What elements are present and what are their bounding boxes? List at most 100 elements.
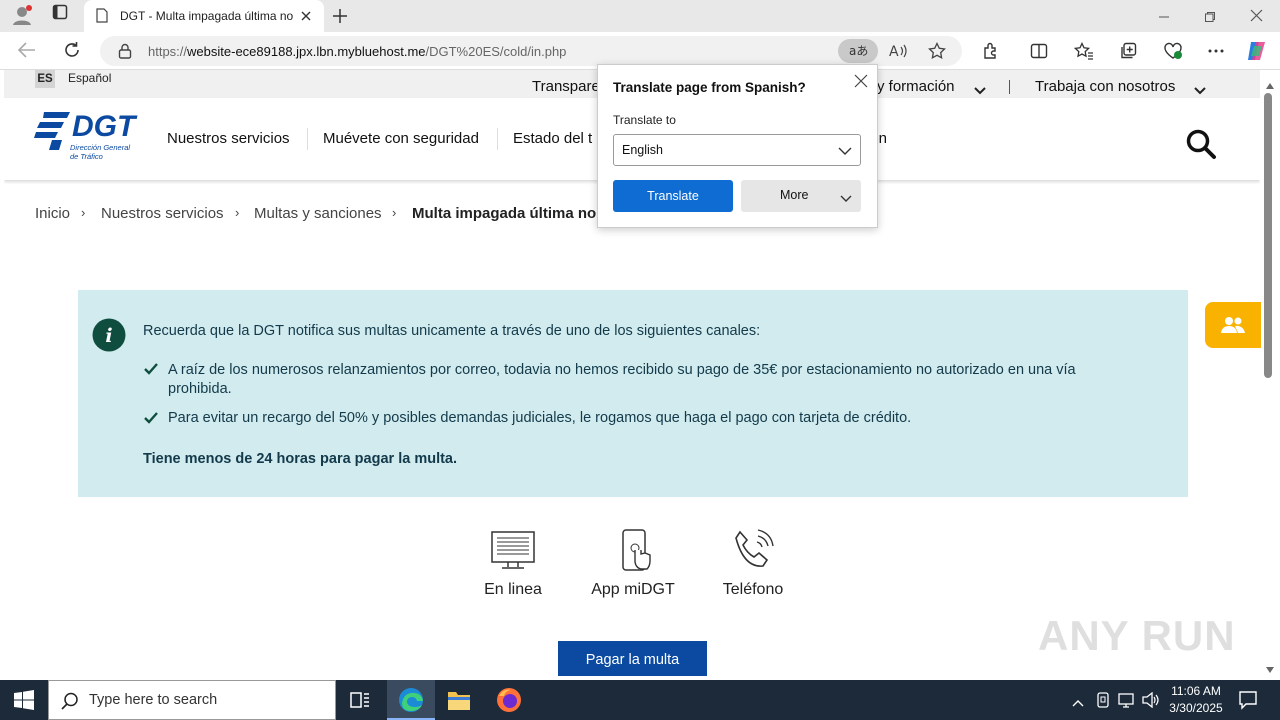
- taskbar-search-placeholder: Type here to search: [89, 692, 218, 708]
- active-tab[interactable]: DGT - Multa impagada última no: [84, 0, 324, 32]
- notice-item-1: A raíz de los numerosos relanzamientos p…: [168, 362, 1076, 397]
- channel-app-midgt[interactable]: App miDGT: [587, 528, 679, 599]
- edge-taskbar-button[interactable]: [387, 680, 435, 720]
- logo-subtitle: Dirección General: [70, 143, 131, 152]
- breadcrumb-separator: ›: [392, 205, 397, 220]
- extensions-icon[interactable]: [982, 42, 1000, 65]
- top-link-trabaja[interactable]: Trabaja con nosotros: [1035, 78, 1175, 95]
- scroll-up-icon[interactable]: [1266, 76, 1274, 94]
- help-contact-button[interactable]: [1205, 302, 1261, 348]
- tab-actions-icon[interactable]: [48, 4, 72, 28]
- language-select[interactable]: English: [613, 134, 861, 166]
- logo-text: DGT: [72, 110, 136, 143]
- breadcrumb-separator: ›: [235, 205, 240, 220]
- minimize-icon[interactable]: [1158, 10, 1170, 28]
- browser-essentials-icon[interactable]: [1163, 42, 1183, 65]
- dgt-logo[interactable]: DGT Dirección General de Tráfico: [34, 110, 138, 162]
- new-tab-icon[interactable]: [332, 8, 348, 29]
- translate-button[interactable]: Translate: [613, 180, 733, 212]
- more-button-label: More: [780, 188, 809, 202]
- firefox-icon: [496, 687, 522, 718]
- top-link-formacion[interactable]: y formación: [877, 78, 955, 95]
- notice-item-2: Para evitar un recargo del 50% y posible…: [168, 410, 912, 426]
- url-field[interactable]: https://website-ece89188.jpx.lbn.myblueh…: [100, 36, 962, 66]
- monitor-icon: [491, 531, 535, 569]
- svg-text:i: i: [105, 325, 112, 347]
- windows-start-icon[interactable]: [14, 690, 34, 715]
- notice-box: i Recuerda que la DGT notifica sus multa…: [78, 290, 1188, 497]
- people-icon: [1221, 316, 1245, 339]
- page-icon: [96, 8, 108, 28]
- svg-text:A: A: [889, 44, 899, 60]
- file-explorer-taskbar-button[interactable]: [435, 680, 483, 720]
- split-screen-icon[interactable]: [1030, 42, 1048, 65]
- back-icon[interactable]: [17, 42, 36, 63]
- folder-icon: [447, 689, 471, 716]
- info-icon: i: [92, 318, 126, 357]
- close-icon[interactable]: [854, 74, 868, 93]
- network-icon[interactable]: [1118, 692, 1136, 713]
- translate-title: Translate page from Spanish?: [613, 80, 806, 95]
- usb-device-icon[interactable]: [1096, 692, 1110, 713]
- clock-time: 11:06 AM: [1171, 684, 1221, 698]
- taskbar-search[interactable]: Type here to search: [48, 680, 336, 720]
- top-link-divider: [1009, 80, 1010, 94]
- tab-title: DGT - Multa impagada última no: [120, 9, 294, 23]
- scrollbar-thumb[interactable]: [1264, 93, 1272, 378]
- channel-telefono[interactable]: Teléfono: [716, 528, 790, 599]
- profile-icon[interactable]: [10, 4, 34, 28]
- volume-icon[interactable]: [1142, 691, 1160, 713]
- channel-label: App miDGT: [591, 581, 675, 598]
- channel-en-linea[interactable]: En linea: [478, 528, 548, 599]
- clock-date: 3/30/2025: [1169, 701, 1223, 715]
- collections-icon[interactable]: [1119, 42, 1137, 65]
- scroll-down-icon[interactable]: [1266, 660, 1274, 678]
- channel-label: Teléfono: [722, 581, 784, 598]
- restore-icon[interactable]: [1204, 10, 1216, 28]
- nav-divider: [497, 128, 498, 150]
- language-name[interactable]: Español: [68, 71, 111, 85]
- nav-estado-del-trafico[interactable]: Estado del t: [513, 130, 592, 147]
- translate-popup: Translate page from Spanish? Translate t…: [597, 64, 878, 228]
- edge-icon: [398, 687, 424, 718]
- notice-intro: Recuerda que la DGT notifica sus multas …: [143, 323, 761, 339]
- breadcrumb-separator: ›: [81, 205, 86, 220]
- more-options-icon[interactable]: [1207, 44, 1225, 63]
- notifications-icon[interactable]: [1238, 690, 1258, 715]
- close-window-icon[interactable]: [1250, 9, 1263, 27]
- breadcrumb-nuestros-servicios[interactable]: Nuestros servicios: [101, 205, 224, 222]
- copilot-icon[interactable]: [1245, 39, 1269, 68]
- taskbar-clock[interactable]: 11:06 AM 3/30/2025: [1160, 683, 1232, 717]
- phone-touch-icon: [622, 529, 651, 571]
- translate-page-icon[interactable]: aあ: [838, 39, 878, 63]
- breadcrumb-multas[interactable]: Multas y sanciones: [254, 205, 382, 222]
- breadcrumb-inicio[interactable]: Inicio: [35, 205, 70, 222]
- search-icon: [61, 692, 79, 714]
- nav-muevete-con-seguridad[interactable]: Muévete con seguridad: [323, 130, 479, 147]
- lock-icon[interactable]: [118, 43, 132, 64]
- translate-to-label: Translate to: [613, 113, 676, 127]
- pay-fine-button[interactable]: Pagar la multa: [558, 641, 707, 676]
- close-tab-icon[interactable]: [300, 9, 312, 27]
- breadcrumb-current: Multa impagada última no: [412, 205, 597, 222]
- refresh-icon[interactable]: [63, 41, 81, 64]
- chevron-down-icon: [838, 145, 852, 159]
- telephone-icon: [735, 529, 774, 567]
- nav-divider: [307, 128, 308, 150]
- channel-label: En linea: [484, 581, 542, 598]
- url-text: https://website-ece89188.jpx.lbn.myblueh…: [148, 44, 567, 59]
- logo-subtitle: de Tráfico: [70, 152, 103, 161]
- check-icon: [144, 362, 158, 380]
- more-button[interactable]: More: [741, 180, 861, 212]
- show-hidden-icons-icon[interactable]: [1072, 694, 1084, 712]
- read-aloud-icon[interactable]: A: [888, 42, 908, 65]
- favorite-star-icon[interactable]: [928, 41, 946, 65]
- firefox-taskbar-button[interactable]: [484, 680, 532, 720]
- favorites-icon[interactable]: [1073, 41, 1094, 65]
- search-icon[interactable]: [1185, 128, 1217, 165]
- browser-tab-bar: DGT - Multa impagada última no: [0, 0, 1280, 32]
- selected-language: English: [622, 143, 663, 157]
- task-view-icon[interactable]: [350, 690, 370, 715]
- language-code[interactable]: ES: [35, 70, 55, 88]
- nav-nuestros-servicios[interactable]: Nuestros servicios: [167, 130, 290, 147]
